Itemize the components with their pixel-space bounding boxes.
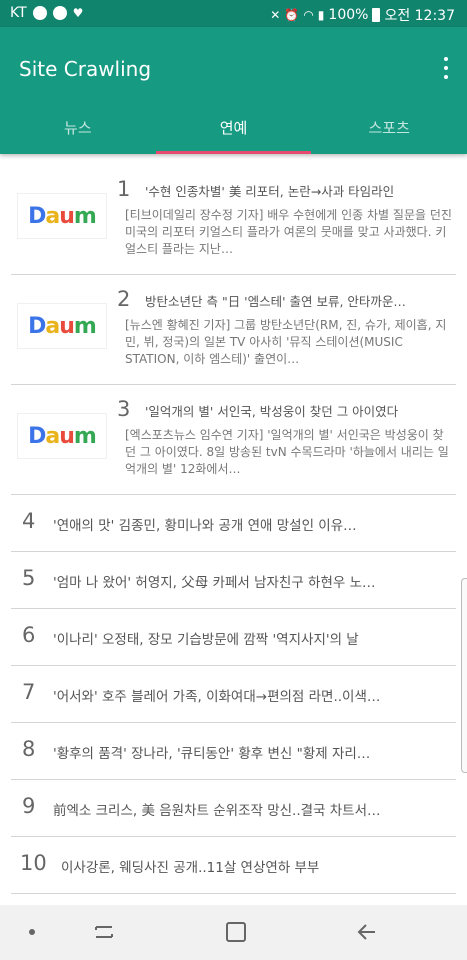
item-number: 10 [20,851,47,875]
daum-logo: Daum [17,413,107,459]
home-icon[interactable] [226,922,246,942]
app-notification-icon: ♥ [72,6,84,20]
nav-dot-icon[interactable] [29,929,35,935]
tab-news[interactable]: 뉴스 [0,109,156,154]
system-nav-bar [0,905,467,960]
daum-logo: Daum [17,303,107,349]
item-number: 9 [22,794,36,818]
status-bar: KT ♥ ✕ ⏰ ◠ ▮ 100% 오전 12:37 [0,0,467,27]
item-title: '수현 인종차별' 美 리포터, 논란→사과 타임라인 [145,184,395,199]
list-item[interactable]: Daum 2 방탄소년단 측 "日 '엠스테' 출연 보류, 안타까운… [뉴스… [11,275,456,385]
daum-logo-text: Daum [28,203,97,229]
overflow-menu-icon[interactable] [441,57,451,79]
item-title: 前엑소 크리스, 美 음원차트 순위조작 망신..결국 차트서… [53,803,381,819]
list-item[interactable]: Daum 1 '수현 인종차별' 美 리포터, 논란→사과 타임라인 [티브이데… [11,165,456,275]
alarm-icon: ⏰ [284,8,300,22]
item-number: 5 [22,566,36,590]
item-number: 1 [117,177,131,201]
item-number: 8 [22,737,36,761]
item-title: '연애의 맛' 김종민, 황미나와 공개 연애 망설인 이유… [53,518,357,534]
item-title: 방탄소년단 측 "日 '엠스테' 출연 보류, 안타까운… [145,294,406,309]
item-title: '황후의 품격' 장나라, '큐티동안' 황후 변신 "황제 자리… [53,746,371,762]
list-item[interactable]: Daum 3 '일억개의 별' 서인국, 박성웅이 찾던 그 아이였다 [엑스포… [11,385,456,495]
battery-icon [372,8,381,22]
item-title: '일억개의 별' 서인국, 박성웅이 찾던 그 아이였다 [145,404,399,419]
item-title: '이나리' 오정태, 장모 기습방문에 깜짝 '역지사지'의 날 [53,632,359,648]
tab-sports[interactable]: 스포츠 [311,109,467,154]
scrollbar[interactable] [461,578,467,773]
item-description: [티브이데일리 장수정 기자] 배우 수현에게 인종 차별 질문을 던진 미국의… [125,208,452,256]
item-number: 3 [117,397,131,421]
item-number: 4 [22,509,36,533]
list-item[interactable]: 7 '어서와' 호주 블레어 가족, 이화여대→편의점 라면..이색… [11,666,456,723]
item-number: 7 [22,680,36,704]
battery-percent: 100% [328,7,369,23]
app-bar: Site Crawling 뉴스 연예 스포츠 [0,27,467,154]
item-title: '엄마 나 왔어' 허영지, 父母 카페서 남자친구 하현우 노… [53,575,376,591]
list-item[interactable]: 10 이사강론, 웨딩사진 공개..11살 연상연하 부부 [11,837,456,894]
item-number: 2 [117,287,131,311]
list-item[interactable]: 6 '이나리' 오정태, 장모 기습방문에 깜짝 '역지사지'의 날 [11,609,456,666]
item-description: [뉴스엔 황혜진 기자] 그룹 방탄소년단(RM, 진, 슈가, 제이홉, 지민… [125,318,447,366]
daum-logo-text: Daum [28,313,97,339]
list-item[interactable]: 9 前엑소 크리스, 美 음원차트 순위조작 망신..결국 차트서… [11,780,456,837]
mute-icon: ✕ [270,8,281,22]
tab-entertainment[interactable]: 연예 [156,109,312,154]
item-title: '어서와' 호주 블레어 가족, 이화여대→편의점 라면..이색… [53,689,381,705]
tab-indicator [156,151,311,154]
app-title: Site Crawling [19,57,152,81]
list-item[interactable]: 8 '황후의 품격' 장나라, '큐티동안' 황후 변신 "황제 자리… [11,723,456,780]
tab-bar: 뉴스 연예 스포츠 [0,109,467,154]
recent-apps-icon[interactable] [92,921,116,943]
daum-logo-text: Daum [28,423,97,449]
item-number: 6 [22,623,36,647]
wifi-icon: ◠ [303,8,314,22]
item-title: 이사강론, 웨딩사진 공개..11살 연상연하 부부 [61,860,320,876]
clock: 오전 12:37 [384,8,455,24]
article-list: Daum 1 '수현 인종차별' 美 리포터, 논란→사과 타임라인 [티브이데… [11,165,456,894]
item-description: [엑스포츠뉴스 임수연 기자] '일억개의 별' 서인국은 박성웅이 찾던 그 … [125,428,449,476]
talk-notification-icon [52,6,67,20]
list-item[interactable]: 4 '연애의 맛' 김종민, 황미나와 공개 연애 망설인 이유… [11,495,456,552]
back-icon[interactable] [355,921,379,943]
list-item[interactable]: 5 '엄마 나 왔어' 허영지, 父母 카페서 남자친구 하현우 노… [11,552,456,609]
message-notification-icon [32,6,47,20]
carrier-label: KT [10,5,27,21]
daum-logo: Daum [17,193,107,239]
signal-icon: ▮ [317,8,325,22]
